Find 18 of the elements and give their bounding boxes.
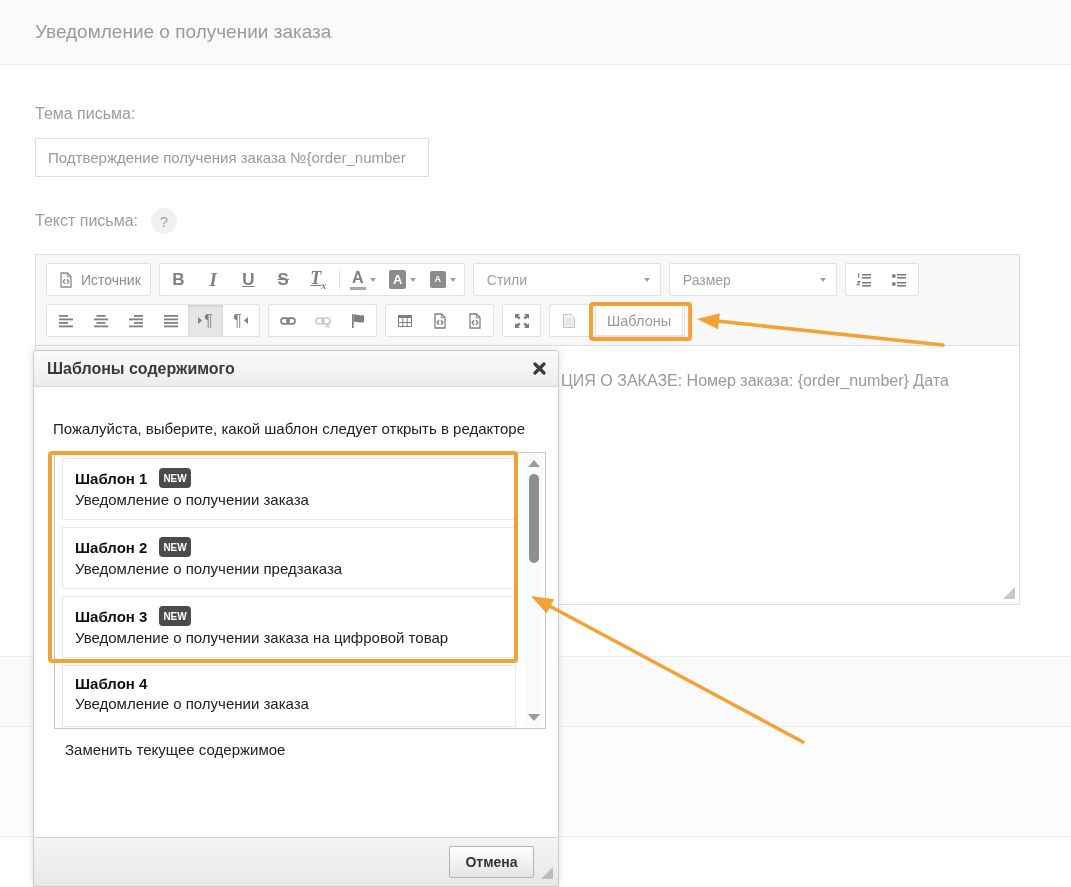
template-title: Шаблон 3 — [75, 607, 148, 625]
template-description: Уведомление о получении заказа — [75, 491, 310, 508]
template-title: Шаблон 4 — [75, 675, 148, 692]
template-description: Уведомление о получении предзаказа — [75, 560, 344, 577]
field-label: Тема письма: — [35, 105, 136, 123]
template-title: Шаблон 2 — [75, 538, 148, 556]
template-description: Уведомление о получении заказа на цифровой товар — [75, 629, 450, 646]
new-badge: NEW — [159, 468, 191, 488]
dialog-title: Шаблоны содержимого — [47, 359, 235, 378]
editor-text: ЦИЯ О ЗАКАЗЕ: Номер заказа: {order_number} Дата — [561, 372, 949, 390]
dialog-prompt: Пожалуйста, выберите, какой шаблон следует открыть в редакторе — [53, 421, 527, 437]
page-title: Уведомление о получении заказа — [35, 21, 332, 43]
new-badge: NEW — [159, 537, 191, 557]
template-description: Уведомление о получении заказа — [75, 695, 310, 712]
new-badge: NEW — [159, 606, 191, 626]
replace-content-label: Заменить текущее содержимое — [65, 742, 287, 758]
template-title: Шаблон 1 — [75, 469, 148, 487]
field-label: Текст письма: — [35, 212, 138, 230]
